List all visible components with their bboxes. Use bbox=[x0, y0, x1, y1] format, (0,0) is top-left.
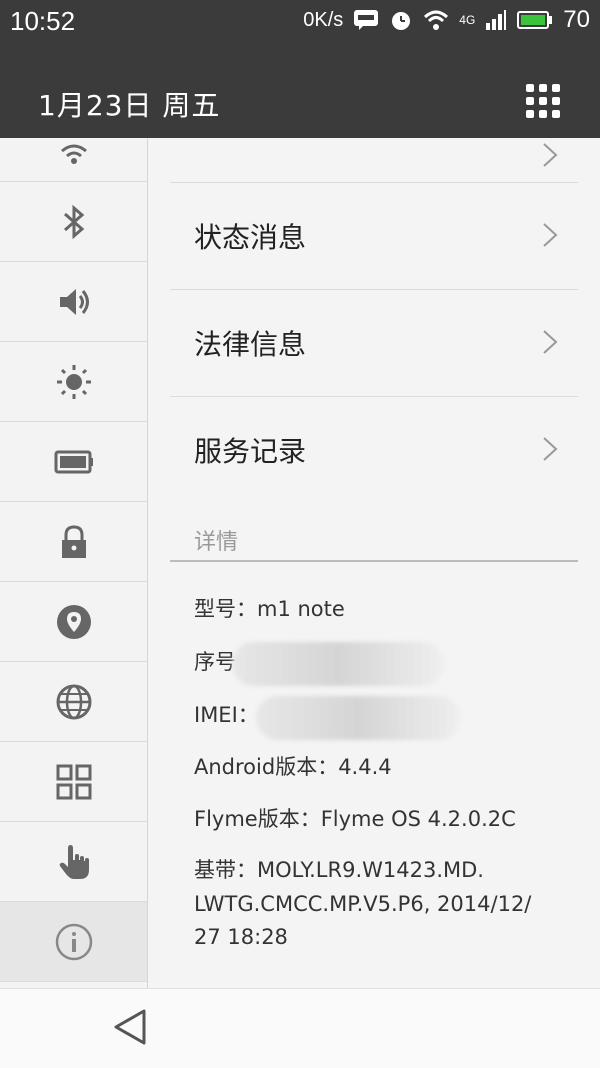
status-time: 10:52 bbox=[10, 6, 76, 36]
status-bar: 10:52 0K/s 4G 70 bbox=[0, 0, 600, 44]
wifi-status-icon bbox=[424, 10, 449, 30]
bluetooth-icon bbox=[63, 204, 84, 239]
network-speed: 0K/s bbox=[303, 8, 344, 31]
sidebar-item-bluetooth[interactable] bbox=[0, 182, 147, 262]
sidebar-item-display[interactable] bbox=[0, 342, 147, 422]
sidebar-item-about[interactable] bbox=[0, 902, 147, 982]
serial-redacted bbox=[232, 642, 444, 686]
battery-icon bbox=[54, 450, 93, 473]
location-icon bbox=[56, 604, 91, 639]
baseband-line-1: 基带：MOLY.LR9.W1423.MD. bbox=[194, 858, 484, 882]
sidebar-item-apps[interactable] bbox=[0, 742, 147, 822]
apps-grid-icon bbox=[56, 764, 91, 799]
legal-info-label: 法律信息 bbox=[194, 328, 307, 361]
flyme-version: Flyme版本：Flyme OS 4.2.0.2C bbox=[194, 807, 516, 831]
about-phone-content: 状态消息 法律信息 服务记录 详情 型号：m1 note 序号 IMEI： An… bbox=[148, 138, 600, 988]
sidebar-item-security[interactable] bbox=[0, 502, 147, 582]
sidebar-item-battery[interactable] bbox=[0, 422, 147, 502]
globe-icon bbox=[56, 684, 91, 719]
gesture-hand-icon bbox=[59, 844, 89, 879]
status-info-label: 状态消息 bbox=[194, 221, 307, 254]
message-icon bbox=[354, 10, 379, 30]
wifi-icon bbox=[60, 144, 87, 164]
sidebar-item-location[interactable] bbox=[0, 582, 147, 662]
sidebar-item-sound[interactable] bbox=[0, 262, 147, 342]
chevron-right-icon bbox=[543, 223, 558, 247]
imei-redacted bbox=[256, 696, 460, 740]
chevron-right-icon bbox=[543, 330, 558, 354]
chevron-right-icon bbox=[543, 143, 558, 167]
chevron-right-icon bbox=[543, 437, 558, 461]
serial-label: 序号 bbox=[194, 650, 236, 674]
back-icon[interactable] bbox=[112, 1007, 148, 1047]
sidebar-item-language[interactable] bbox=[0, 662, 147, 742]
details-section-title: 详情 bbox=[194, 530, 239, 555]
list-item-partial[interactable] bbox=[170, 78, 578, 183]
battery-level: 70 bbox=[563, 6, 590, 33]
battery-status-icon bbox=[517, 11, 553, 29]
volume-icon bbox=[59, 288, 89, 315]
baseband-line-3: 27 18:28 bbox=[194, 925, 288, 949]
list-item-service-records[interactable]: 服务记录 bbox=[170, 396, 578, 503]
sidebar-item-wifi[interactable] bbox=[0, 102, 147, 182]
service-records-label: 服务记录 bbox=[194, 435, 307, 468]
navigation-bar bbox=[0, 988, 600, 1068]
lock-icon bbox=[61, 524, 86, 558]
baseband-line-2: LWTG.CMCC.MP.V5.P6, 2014/12/ bbox=[194, 892, 532, 916]
list-item-status[interactable]: 状态消息 bbox=[170, 182, 578, 290]
imei-label: IMEI： bbox=[194, 703, 259, 727]
signal-icon bbox=[486, 10, 507, 30]
alarm-icon bbox=[392, 12, 411, 30]
brightness-icon bbox=[56, 364, 91, 399]
section-divider bbox=[170, 560, 578, 562]
network-type: 4G bbox=[459, 13, 476, 27]
status-icons: 0K/s 4G 70 bbox=[303, 6, 590, 34]
settings-sidebar bbox=[0, 138, 148, 988]
list-item-legal[interactable]: 法律信息 bbox=[170, 289, 578, 397]
model-info: 型号：m1 note bbox=[194, 597, 345, 621]
sidebar-item-gestures[interactable] bbox=[0, 822, 147, 902]
info-icon bbox=[55, 923, 92, 960]
android-version: Android版本：4.4.4 bbox=[194, 755, 392, 779]
